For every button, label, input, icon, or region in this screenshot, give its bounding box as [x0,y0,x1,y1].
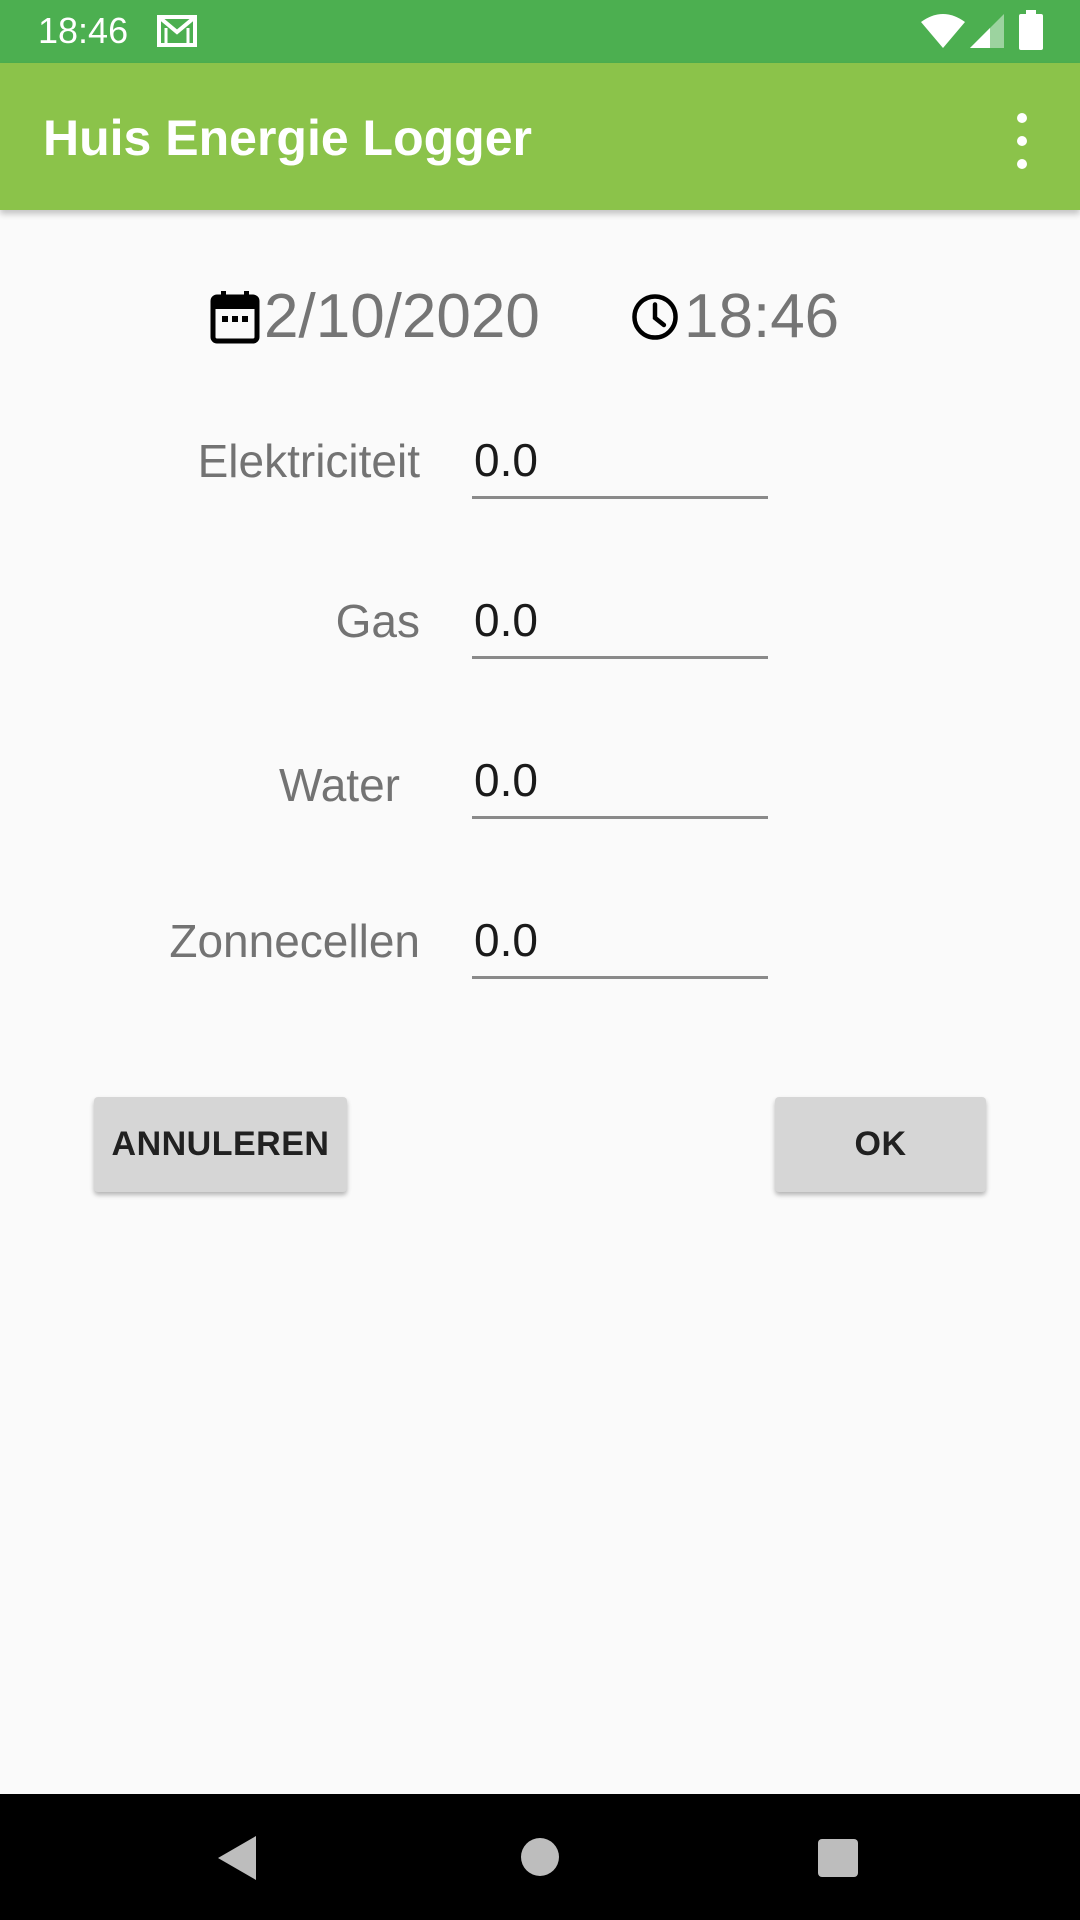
home-icon[interactable] [521,1838,559,1876]
screen: 18:46 Huis Energie Logger 2/10/2020 18:4… [0,0,1080,1920]
cancel-button[interactable]: ANNULEREN [94,1097,347,1192]
ok-button[interactable]: OK [775,1097,986,1192]
back-icon[interactable] [218,1836,258,1880]
gas-input[interactable] [472,588,768,659]
elektriciteit-input[interactable] [472,428,768,499]
status-time: 18:46 [38,10,129,51]
time-text: 18:46 [684,282,840,351]
navigation-bar [0,1794,1080,1920]
recents-icon[interactable] [818,1839,858,1877]
water-label: Water [279,759,400,811]
overflow-menu-icon[interactable] [1006,113,1038,169]
date-picker[interactable]: 2/10/2020 [210,282,540,352]
menu-dot [1017,113,1027,123]
clock-icon [632,294,678,340]
app-bar: Huis Energie Logger [0,63,1080,210]
elektriciteit-label: Elektriciteit [197,435,420,487]
datetime-row: 2/10/2020 18:46 [0,282,1080,352]
water-input[interactable] [472,748,768,819]
zonnecellen-input[interactable] [472,908,768,979]
time-picker[interactable]: 18:46 [630,282,839,352]
gas-label: Gas [335,595,420,647]
status-bar: 18:46 [0,0,1080,63]
calendar-icon [210,291,260,344]
signal-icon [970,14,1004,48]
date-text: 2/10/2020 [264,282,540,351]
zonnecellen-label: Zonnecellen [169,915,420,967]
wifi-icon [921,14,965,48]
gmail-icon [157,15,197,47]
menu-dot [1017,136,1027,146]
app-title: Huis Energie Logger [43,110,532,166]
menu-dot [1017,159,1027,169]
battery-icon [1019,10,1043,50]
